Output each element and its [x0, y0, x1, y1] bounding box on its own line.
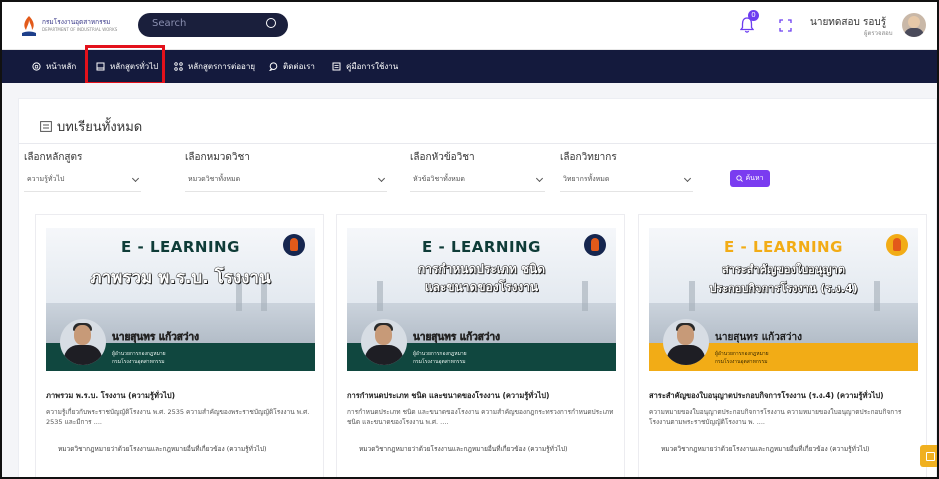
topic-select-value: หัวข้อวิชาทั้งหมด — [413, 175, 465, 183]
course-select[interactable]: ความรู้ทั่วไป — [24, 168, 141, 192]
course-select-value: ความรู้ทั่วไป — [27, 175, 65, 183]
chevron-down-icon — [377, 174, 386, 182]
card-title[interactable]: การกำหนดประเภท ชนิด และขนาดของโรงงาน (คว… — [347, 390, 549, 402]
filter-label-topic: เลือกหัวข้อวิชา — [410, 152, 475, 163]
chevron-down-icon — [535, 174, 544, 182]
top-bar: กรมโรงงานอุตสาหกรรม DEPARTMENT OF INDUST… — [2, 2, 937, 50]
presenter-org: กรมโรงงานอุตสาหกรรม — [413, 359, 466, 365]
manual-icon — [332, 62, 341, 71]
card-category: หมวดวิชากฎหมายว่าด้วยโรงงานและกฎหมายอื่น… — [661, 445, 870, 453]
thumbnail-title-line2: ประกอบกิจการโรงงาน (ร.ง.4) — [709, 282, 858, 296]
card-title[interactable]: สาระสำคัญของใบอนุญาตประกอบกิจการโรงงาน (… — [649, 390, 884, 402]
lecturer-select[interactable]: วิทยากรทั้งหมด — [560, 168, 693, 192]
lecturer-select-value: วิทยากรทั้งหมด — [563, 175, 610, 183]
presenter-role: ผู้อำนวยการกองกฎหมาย — [413, 351, 467, 357]
presenter-role: ผู้อำนวยการกองกฎหมาย — [112, 351, 166, 357]
card-description: การกำหนดประเภท ชนิด และขนาดของโรงงาน ควา… — [347, 408, 614, 426]
card-category: หมวดวิชากฎหมายว่าด้วยโรงงานและกฎหมายอื่น… — [58, 445, 267, 453]
thumbnail-heading: E - LEARNING — [422, 238, 541, 256]
search-icon — [736, 175, 744, 182]
page-title-text: บทเรียนทั้งหมด — [57, 120, 143, 135]
nav-item-renewal-courses[interactable]: หลักสูตรการต่ออายุ — [174, 50, 255, 83]
search-placeholder: Search — [152, 18, 187, 29]
logo-text: กรมโรงงานอุตสาหกรรม DEPARTMENT OF INDUST… — [42, 18, 117, 34]
highlight-box — [85, 45, 165, 85]
course-thumbnail[interactable]: E - LEARNING ภาพรวม พ.ร.บ. โรงงาน นายสุน… — [46, 228, 315, 371]
course-card[interactable]: E - LEARNING สาระสำคัญของใบอนุญาต ประกอบ… — [638, 214, 927, 477]
notification-badge: 0 — [748, 10, 759, 21]
presenter-name: นายสุนทร แก้วสว่าง — [715, 332, 803, 343]
card-description: ความหมายของใบอนุญาตประกอบกิจการโรงงาน คว… — [649, 408, 902, 426]
filter-label-category: เลือกหมวดวิชา — [185, 152, 250, 163]
search-button-label: ค้นหา — [745, 174, 764, 182]
search-button[interactable]: ค้นหา — [730, 170, 770, 187]
thumbnail-heading: E - LEARNING — [724, 238, 843, 256]
filter-label-lecturer: เลือกวิทยากร — [560, 152, 617, 163]
fullscreen-icon[interactable] — [779, 19, 792, 32]
thumbnail-title-line1: สาระสำคัญของใบอนุญาต — [722, 263, 846, 277]
search-icon[interactable] — [266, 18, 276, 28]
presenter-photo — [663, 319, 709, 365]
nav-label-renewal-courses: หลักสูตรการต่ออายุ — [188, 62, 256, 71]
chat-icon — [269, 62, 278, 71]
category-select[interactable]: หมวดวิชาทั้งหมด — [185, 168, 387, 192]
presenter-role: ผู้อำนวยการกองกฎหมาย — [715, 351, 769, 357]
search-input[interactable]: Search — [138, 13, 288, 37]
nav-item-home[interactable]: หน้าหลัก — [32, 50, 76, 83]
thumbnail-title-line2: และขนาดของโรงงาน — [424, 280, 539, 295]
topic-select[interactable]: หัวข้อวิชาทั้งหมด — [410, 168, 545, 192]
course-thumbnail[interactable]: E - LEARNING การกำหนดประเภท ชนิด และขนาด… — [347, 228, 616, 371]
nav-item-contact[interactable]: ติดต่อเรา — [269, 50, 315, 83]
presenter-name: นายสุนทร แก้วสว่าง — [112, 332, 200, 344]
course-thumbnail[interactable]: E - LEARNING สาระสำคัญของใบอนุญาต ประกอบ… — [649, 228, 918, 371]
course-card[interactable]: E - LEARNING ภาพรวม พ.ร.บ. โรงงาน นายสุน… — [35, 214, 324, 477]
nav-label-contact: ติดต่อเรา — [283, 62, 315, 71]
chevron-down-icon — [683, 174, 692, 182]
page-title: บทเรียนทั้งหมด — [40, 116, 142, 137]
user-role: ผู้ตรวจสอบ — [864, 30, 893, 37]
floating-help-button[interactable] — [920, 445, 937, 467]
network-icon — [174, 62, 183, 71]
logo-title: กรมโรงงานอุตสาหกรรม — [42, 18, 111, 26]
presenter-photo — [361, 319, 407, 365]
list-icon — [40, 121, 52, 132]
chevron-down-icon — [131, 174, 140, 182]
nav-label-home: หน้าหลัก — [46, 62, 77, 71]
thumbnail-title-line1: การกำหนดประเภท ชนิด — [417, 262, 546, 277]
presenter-org: กรมโรงงานอุตสาหกรรม — [112, 359, 165, 365]
app-window: กรมโรงงานอุตสาหกรรม DEPARTMENT OF INDUST… — [0, 0, 939, 479]
thumbnail-heading: E - LEARNING — [121, 238, 240, 256]
home-icon — [32, 62, 41, 71]
filter-label-course: เลือกหลักสูตร — [24, 152, 83, 163]
presenter-photo — [60, 319, 106, 365]
thumbnail-title: ภาพรวม พ.ร.บ. โรงงาน — [90, 268, 271, 289]
presenter-org: กรมโรงงานอุตสาหกรรม — [715, 359, 768, 365]
divider — [19, 143, 937, 144]
logo-subtitle: DEPARTMENT OF INDUSTRIAL WORKS — [42, 27, 118, 32]
department-logo-icon[interactable] — [20, 15, 38, 37]
card-category: หมวดวิชากฎหมายว่าด้วยโรงงานและกฎหมายอื่น… — [359, 445, 568, 453]
presenter-name: นายสุนทร แก้วสว่าง — [413, 332, 501, 344]
course-card[interactable]: E - LEARNING การกำหนดประเภท ชนิด และขนาด… — [336, 214, 625, 477]
nav-label-manual: คู่มือการใช้งาน — [346, 62, 399, 71]
card-description: ความรู้เกี่ยวกับพระราชบัญญัติโรงงาน พ.ศ.… — [46, 408, 310, 426]
avatar[interactable] — [902, 13, 926, 37]
category-select-value: หมวดวิชาทั้งหมด — [188, 175, 241, 183]
card-title[interactable]: ภาพรวม พ.ร.บ. โรงงาน (ความรู้ทั่วไป) — [46, 390, 175, 402]
nav-item-manual[interactable]: คู่มือการใช้งาน — [332, 50, 398, 83]
